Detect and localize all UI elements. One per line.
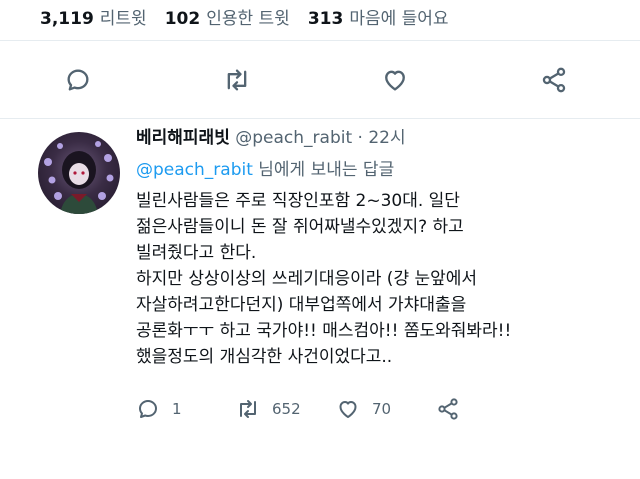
avatar[interactable] bbox=[38, 132, 120, 214]
retweet-label: 리트윗 bbox=[99, 8, 147, 29]
tweet-text-line: 하지만 상상이상의 쓰레기대응이라 (걍 눈앞에서 bbox=[136, 269, 478, 289]
quote-tweet-label: 인용한 트윗 bbox=[206, 8, 290, 29]
reply-button[interactable] bbox=[56, 58, 100, 102]
reply-share-button[interactable] bbox=[436, 397, 536, 421]
tweet-stats: 3,119 리트윗 102 인용한 트윗 313 마음에 들어요 bbox=[40, 0, 467, 32]
retweet-button[interactable] bbox=[215, 58, 259, 102]
quote-tweet-stat[interactable]: 102 인용한 트윗 bbox=[165, 4, 290, 29]
reply-retweet-button[interactable]: 652 bbox=[236, 397, 336, 421]
reply-like-button[interactable]: 70 bbox=[336, 397, 436, 421]
divider bbox=[0, 118, 640, 119]
avatar-image bbox=[44, 141, 114, 214]
replying-to-text: 님에게 보내는 답글 bbox=[252, 160, 395, 180]
reply-icon bbox=[67, 69, 89, 91]
like-label: 마음에 들어요 bbox=[349, 8, 449, 29]
reply-action-bar: 1 652 70 bbox=[136, 392, 536, 426]
share-icon bbox=[542, 67, 566, 93]
like-button[interactable] bbox=[373, 58, 417, 102]
user-handle[interactable]: @peach_rabit bbox=[235, 128, 352, 148]
retweet-icon bbox=[240, 400, 256, 418]
divider bbox=[0, 40, 640, 41]
reply-header: 베리해피래빗 @peach_rabit · 22시 bbox=[136, 124, 606, 152]
tweet-text-line: 했을정도의 개심각한 사건이었다고.. bbox=[136, 347, 393, 367]
tweet-text-line: 빌려줬다고 한다. bbox=[136, 243, 257, 263]
retweet-icon bbox=[227, 69, 246, 91]
like-icon bbox=[339, 401, 357, 418]
like-icon bbox=[385, 70, 406, 91]
retweet-count: 3,119 bbox=[40, 8, 94, 29]
reply-tweet[interactable]: 베리해피래빗 @peach_rabit · 22시 @peach_rabit 님… bbox=[136, 124, 606, 370]
mention-link[interactable]: @peach_rabit bbox=[136, 160, 253, 180]
tweet-text-line: 자살하려고한다던지) 대부업쪽에서 가챠대출을 bbox=[136, 295, 467, 315]
quote-tweet-count: 102 bbox=[164, 8, 201, 29]
tweet-text-line: 빌린사람들은 주로 직장인포함 2~30대. 일단 bbox=[136, 191, 460, 211]
display-name[interactable]: 베리해피래빗 bbox=[136, 128, 230, 148]
like-count: 70 bbox=[372, 400, 392, 418]
separator-dot: · bbox=[357, 128, 363, 148]
tweet-text: 빌린사람들은 주로 직장인포함 2~30대. 일단 젊은사람들이니 돈 잘 쥐어… bbox=[136, 188, 606, 370]
reply-count: 1 bbox=[172, 400, 182, 418]
share-button[interactable] bbox=[532, 58, 576, 102]
reply-icon bbox=[139, 400, 157, 418]
tweet-text-line: 공론화ㅜㅜ 하고 국가야!! 매스컴아!! 쫌도와줘봐라!! bbox=[136, 321, 512, 341]
tweet-action-bar bbox=[56, 58, 576, 102]
like-count: 313 bbox=[307, 8, 344, 29]
replying-to: @peach_rabit 님에게 보내는 답글 bbox=[136, 156, 606, 184]
tweet-text-line: 젊은사람들이니 돈 잘 쥐어짜낼수있겠지? 하고 bbox=[136, 217, 464, 237]
reply-reply-button[interactable]: 1 bbox=[136, 397, 236, 421]
retweet-stat[interactable]: 3,119 리트윗 bbox=[40, 4, 147, 29]
share-icon bbox=[438, 398, 458, 420]
like-stat[interactable]: 313 마음에 들어요 bbox=[308, 4, 449, 29]
retweet-count: 652 bbox=[272, 400, 301, 418]
timestamp[interactable]: 22시 bbox=[368, 128, 405, 148]
